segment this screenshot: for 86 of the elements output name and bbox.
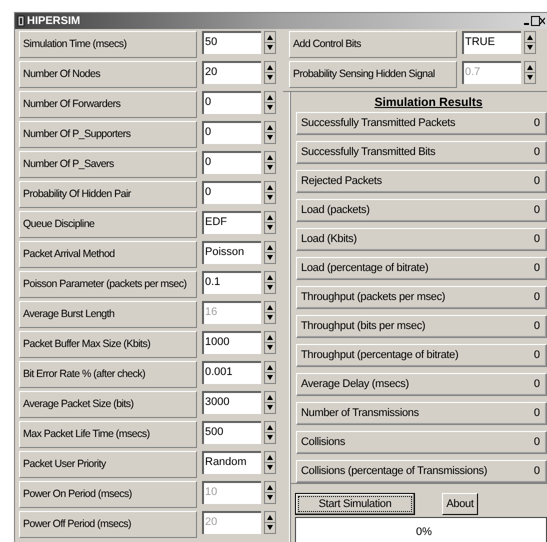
parameter-label: Number Of P_Supporters bbox=[19, 121, 197, 148]
start-simulation-button[interactable]: Start Simulation bbox=[295, 493, 415, 515]
spin-buttons[interactable] bbox=[264, 451, 276, 474]
result-label: Successfully Transmitted Packets bbox=[301, 116, 456, 132]
spin-buttons[interactable] bbox=[264, 421, 276, 444]
spin-buttons[interactable] bbox=[264, 211, 276, 234]
spin-field[interactable]: Poisson bbox=[202, 241, 261, 264]
spin-field[interactable]: 500 bbox=[202, 421, 261, 444]
parameter-label: Average Burst Length bbox=[19, 301, 197, 328]
result-label: Average Delay (msecs) bbox=[301, 377, 409, 392]
spin-field[interactable]: 0 bbox=[202, 91, 261, 114]
parameter-label: Power On Period (msecs) bbox=[19, 481, 197, 508]
result-value: 0 bbox=[534, 174, 540, 190]
result-value: 0 bbox=[534, 203, 540, 218]
spin-buttons[interactable] bbox=[264, 481, 276, 504]
result-value: 0 bbox=[534, 406, 540, 422]
spin-buttons[interactable] bbox=[264, 271, 276, 294]
spin-buttons[interactable] bbox=[264, 121, 276, 144]
result-label: Successfully Transmitted Bits bbox=[301, 145, 436, 160]
close-icon[interactable] bbox=[540, 16, 545, 26]
parameter-label: Simulation Time (msecs) bbox=[19, 31, 197, 58]
spin-buttons[interactable] bbox=[264, 301, 276, 324]
spin-field[interactable]: 0 bbox=[202, 181, 261, 204]
spin-field[interactable]: 0 bbox=[202, 121, 261, 144]
parameter-label: Number Of P_Savers bbox=[19, 151, 197, 178]
spin-field[interactable]: TRUE bbox=[462, 31, 521, 54]
spin-buttons[interactable] bbox=[264, 91, 276, 114]
parameter-label: Bit Error Rate % (after check) bbox=[19, 361, 197, 388]
spin-buttons[interactable] bbox=[524, 61, 536, 84]
result-value: 0 bbox=[534, 145, 540, 160]
result-value: 0 bbox=[534, 290, 540, 306]
spin-field[interactable]: 1000 bbox=[202, 331, 261, 354]
result-label: Collisions bbox=[301, 435, 346, 450]
parameter-label: Number Of Forwarders bbox=[19, 91, 197, 118]
parameter-label: Packet Arrival Method bbox=[19, 241, 197, 268]
spin-buttons[interactable] bbox=[264, 181, 276, 204]
result-value: 0 bbox=[534, 435, 540, 450]
parameter-label: Average Packet Size (bits) bbox=[19, 391, 197, 418]
parameter-label: Max Packet Life Time (msecs) bbox=[19, 421, 197, 448]
result-value: 0 bbox=[534, 116, 540, 132]
spin-buttons[interactable] bbox=[264, 331, 276, 354]
result-label: Rejected Packets bbox=[301, 174, 382, 190]
result-value: 0 bbox=[534, 232, 540, 248]
spin-field[interactable]: 0.001 bbox=[202, 361, 261, 384]
parameter-label: Number Of Nodes bbox=[19, 61, 197, 88]
result-label: Throughput (bits per msec) bbox=[301, 319, 426, 334]
spin-buttons[interactable] bbox=[264, 31, 276, 54]
parameter-label: Power Off Period (msecs) bbox=[19, 511, 197, 538]
window-title: HIPERSIM bbox=[27, 16, 80, 26]
result-label: Number of Transmissions bbox=[301, 406, 419, 422]
spin-field[interactable]: 0 bbox=[202, 151, 261, 174]
result-value: 0 bbox=[534, 319, 540, 334]
spin-field[interactable]: 0.1 bbox=[202, 271, 261, 294]
spin-buttons[interactable] bbox=[264, 361, 276, 384]
spin-field[interactable]: 50 bbox=[202, 31, 261, 54]
result-label: Throughput (packets per msec) bbox=[301, 290, 446, 306]
spin-buttons[interactable] bbox=[524, 31, 536, 54]
results-heading: Simulation Results bbox=[374, 94, 483, 110]
about-button[interactable]: About bbox=[442, 493, 478, 515]
result-label: Throughput (percentage of bitrate) bbox=[301, 348, 458, 364]
parameter-label: Poisson Parameter (packets per msec) bbox=[19, 271, 197, 298]
spin-field[interactable]: EDF bbox=[202, 211, 261, 234]
maximize-icon[interactable] bbox=[531, 16, 540, 26]
parameter-label: Probability Sensing Hidden Signal bbox=[289, 61, 457, 88]
result-label: Collisions (percentage of Transmissions) bbox=[301, 464, 488, 480]
app-icon bbox=[17, 15, 25, 27]
parameter-label: Probability Of Hidden Pair bbox=[19, 181, 197, 208]
spin-buttons[interactable] bbox=[264, 391, 276, 414]
spin-buttons[interactable] bbox=[264, 511, 276, 534]
result-value: 0 bbox=[534, 261, 540, 276]
result-value: 0 bbox=[534, 377, 540, 392]
spin-field[interactable]: Random bbox=[202, 451, 261, 474]
parameter-label: Add Control Bits bbox=[289, 31, 457, 58]
spin-buttons[interactable] bbox=[264, 61, 276, 84]
parameter-label: Packet User Priority bbox=[19, 451, 197, 478]
result-label: Load (percentage of bitrate) bbox=[301, 261, 428, 276]
result-label: Load (Kbits) bbox=[301, 232, 357, 248]
parameter-label: Queue Discipline bbox=[19, 211, 197, 238]
result-label: Load (packets) bbox=[301, 203, 370, 218]
spin-field[interactable]: 3000 bbox=[202, 391, 261, 414]
spin-buttons[interactable] bbox=[264, 151, 276, 174]
spin-field[interactable]: 20 bbox=[202, 61, 261, 84]
result-value: 0 bbox=[534, 348, 540, 364]
result-value: 0 bbox=[534, 464, 540, 480]
spin-buttons[interactable] bbox=[264, 241, 276, 264]
parameter-label: Packet Buffer Max Size (Kbits) bbox=[19, 331, 197, 358]
